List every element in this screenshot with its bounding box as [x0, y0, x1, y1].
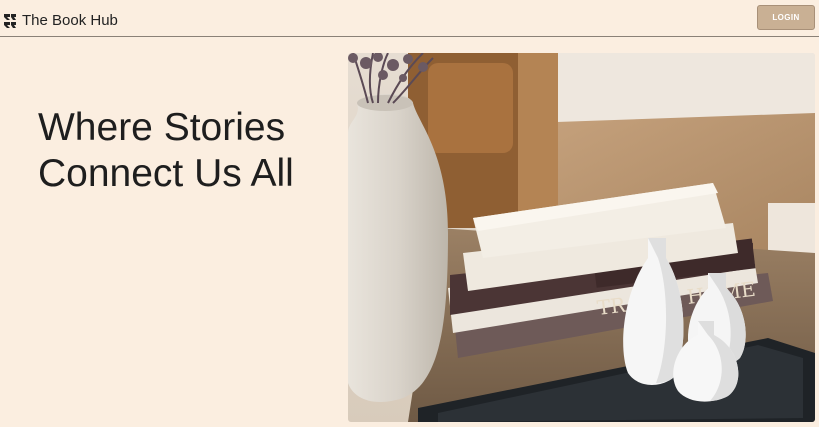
hero-title-line1: Where Stories [38, 106, 286, 149]
stacked-chevrons-icon [4, 14, 16, 28]
books-and-vases-photo: TRAVEL HOME [348, 53, 815, 422]
hero-title: Where Stories Connect Us All [38, 105, 338, 197]
brand-name[interactable]: The Book Hub [22, 12, 118, 30]
hero-title-line2: Connect Us All [38, 152, 294, 195]
login-button[interactable]: LOGIN [757, 5, 815, 30]
top-header: The Book Hub LOGIN [0, 0, 819, 37]
hero-image: TRAVEL HOME [348, 53, 815, 422]
